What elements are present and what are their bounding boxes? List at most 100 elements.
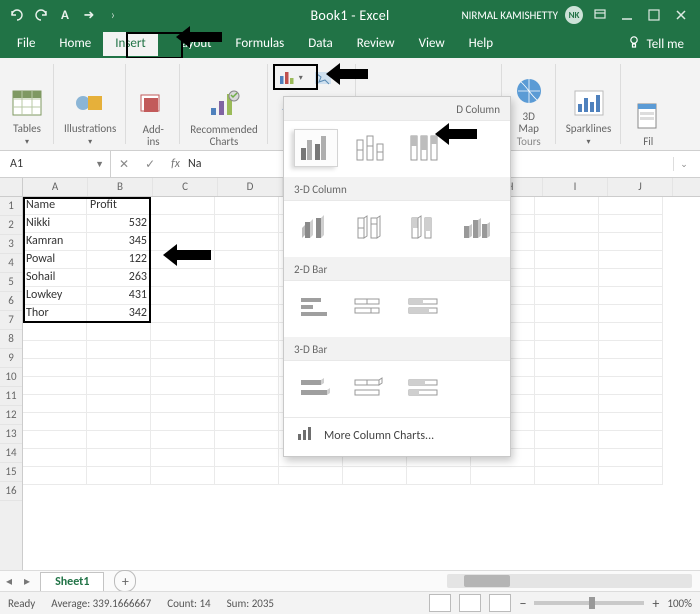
row-header[interactable]: 11 [0,387,22,406]
cell[interactable] [23,431,87,449]
column-header[interactable]: A [23,178,88,196]
undo-icon[interactable] [8,6,26,24]
name-box[interactable]: A1 ▼ [0,151,111,177]
formula-expand-icon[interactable]: ⌄ [673,157,694,171]
cell[interactable] [151,197,215,215]
cell[interactable] [535,395,599,413]
stacked-column-button[interactable] [348,129,392,167]
3d-stacked-bar-button[interactable] [348,369,392,407]
redo-icon[interactable] [32,6,50,24]
tab-formulas[interactable]: Formulas [224,32,297,56]
cell[interactable] [151,413,215,431]
cell[interactable]: 122 [87,251,151,269]
cell[interactable] [471,467,535,485]
view-page-break-button[interactable] [489,594,511,612]
cell[interactable] [23,413,87,431]
column-header[interactable]: D [218,178,283,196]
cell[interactable] [151,215,215,233]
cell[interactable] [599,359,663,377]
cell[interactable] [151,467,215,485]
cell[interactable] [87,359,151,377]
cell[interactable] [215,413,279,431]
100stacked-column-button[interactable] [402,129,446,167]
3d-map-button[interactable]: 3D Map Tours [508,74,550,148]
cell[interactable]: 345 [87,233,151,251]
cell[interactable] [151,449,215,467]
cell[interactable] [599,395,663,413]
3d-100stacked-bar-button[interactable] [402,369,446,407]
maximize-icon[interactable] [644,5,664,25]
row-header[interactable]: 8 [0,330,22,349]
cell[interactable] [87,449,151,467]
row-header[interactable]: 10 [0,368,22,387]
cell[interactable]: Thor [23,305,87,323]
cell[interactable] [599,251,663,269]
addins-button[interactable]: Add- ins [132,87,174,148]
accept-formula-button[interactable]: ✓ [137,157,163,172]
cell[interactable] [599,305,663,323]
view-normal-button[interactable] [429,594,451,612]
cell[interactable] [535,377,599,395]
3d-clustered-bar-button[interactable] [294,369,338,407]
tables-button[interactable]: Tables▾ [6,86,48,148]
cell[interactable] [215,449,279,467]
cell[interactable] [215,269,279,287]
cell[interactable] [535,449,599,467]
3d-clustered-column-button[interactable] [294,209,338,247]
minimize-icon[interactable] [617,5,637,25]
row-header[interactable]: 15 [0,463,22,482]
cell[interactable] [215,359,279,377]
tell-me-button[interactable]: Tell me [627,35,684,53]
cell[interactable] [535,359,599,377]
cell[interactable]: 431 [87,287,151,305]
cell[interactable] [87,467,151,485]
tab-help[interactable]: Help [457,32,505,56]
cell[interactable] [535,341,599,359]
row-header[interactable]: 13 [0,425,22,444]
cell[interactable]: Sohail [23,269,87,287]
cell[interactable] [599,467,663,485]
tab-data[interactable]: Data [296,32,345,56]
tab-nav-next[interactable]: ▸ [18,574,36,589]
cell[interactable] [87,341,151,359]
cell[interactable] [151,233,215,251]
cell[interactable] [215,377,279,395]
cell[interactable] [407,467,471,485]
tab-review[interactable]: Review [345,32,407,56]
cell[interactable] [215,305,279,323]
cell[interactable]: 532 [87,215,151,233]
cell[interactable]: Lowkey [23,287,87,305]
cell[interactable] [87,323,151,341]
cell[interactable] [599,323,663,341]
row-header[interactable]: 5 [0,273,22,292]
cell[interactable] [215,431,279,449]
100stacked-bar-button[interactable] [402,289,446,327]
sparklines-button[interactable]: Sparklines▾ [562,86,616,148]
cell[interactable] [215,233,279,251]
qat-overflow-icon[interactable]: › [104,6,122,24]
row-header[interactable]: 14 [0,444,22,463]
cell[interactable]: Kamran [23,233,87,251]
hscrollbar[interactable] [447,574,692,588]
row-header[interactable]: 1 [0,197,22,216]
3d-column-button[interactable] [456,209,500,247]
ribbon-options-icon[interactable] [590,5,610,25]
filters-button[interactable]: Fil [627,99,669,148]
close-icon[interactable] [671,5,691,25]
clustered-column-button[interactable] [294,129,338,167]
cell[interactable] [23,395,87,413]
clustered-bar-button[interactable] [294,289,338,327]
row-header[interactable]: 4 [0,254,22,273]
cell[interactable] [599,431,663,449]
cell[interactable] [599,269,663,287]
arrow-icon[interactable]: ➜ [80,6,98,24]
cell[interactable] [535,197,599,215]
cell[interactable] [151,305,215,323]
cell[interactable] [87,377,151,395]
cell[interactable] [535,233,599,251]
row-header[interactable]: 6 [0,292,22,311]
tab-page-layout[interactable]: ayout [158,32,224,56]
cell[interactable] [151,251,215,269]
cell[interactable]: Powal [23,251,87,269]
tab-home[interactable]: Home [47,32,103,56]
